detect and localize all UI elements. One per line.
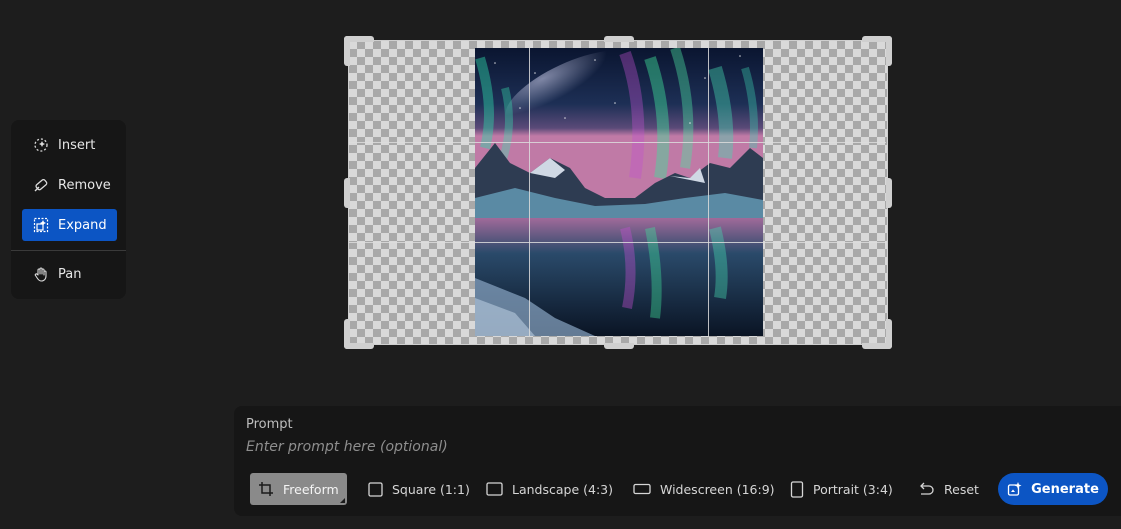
- top-edge-handle[interactable]: [604, 36, 634, 42]
- widescreen-label: Widescreen (16:9): [660, 481, 775, 497]
- widescreen-icon: [633, 483, 651, 495]
- square-icon: [368, 481, 383, 497]
- reset-button[interactable]: Reset: [918, 473, 979, 505]
- widescreen-option[interactable]: Widescreen (16:9): [633, 473, 775, 505]
- tool-palette: Insert Remove Expand Pan: [11, 120, 126, 299]
- dropdown-corner-icon: [340, 498, 345, 503]
- insert-tool-button[interactable]: Insert: [22, 129, 117, 161]
- pan-tool-button[interactable]: Pan: [22, 258, 117, 290]
- pan-tool-label: Pan: [58, 266, 82, 282]
- prompt-panel: Prompt Freeform Square (1:1) Landscape (…: [234, 406, 1121, 516]
- top-right-handle[interactable]: [886, 36, 892, 66]
- bottom-left-handle[interactable]: [344, 319, 350, 349]
- landscape-icon: [486, 482, 503, 496]
- bottom-edge-handle[interactable]: [604, 343, 634, 349]
- expand-canvas[interactable]: [348, 40, 888, 345]
- remove-icon: [32, 176, 50, 194]
- grid-line: [708, 48, 709, 336]
- square-option[interactable]: Square (1:1): [368, 473, 470, 505]
- portrait-option[interactable]: Portrait (3:4): [790, 473, 893, 505]
- reset-icon: [918, 482, 935, 496]
- remove-tool-label: Remove: [58, 177, 111, 193]
- square-label: Square (1:1): [392, 481, 470, 497]
- left-edge-handle[interactable]: [344, 178, 350, 208]
- generate-label: Generate: [1031, 481, 1099, 497]
- top-left-handle[interactable]: [344, 36, 350, 66]
- right-edge-handle[interactable]: [886, 178, 892, 208]
- insert-icon: [32, 136, 50, 154]
- tool-divider: [11, 250, 126, 251]
- bottom-right-handle[interactable]: [886, 319, 892, 349]
- freeform-label: Freeform: [283, 481, 339, 497]
- reset-label: Reset: [944, 481, 979, 497]
- generate-button[interactable]: Generate: [998, 473, 1108, 505]
- expand-tool-label: Expand: [58, 217, 107, 233]
- expand-tool-button[interactable]: Expand: [22, 209, 117, 241]
- landscape-option[interactable]: Landscape (4:3): [486, 473, 613, 505]
- prompt-label: Prompt: [246, 417, 293, 432]
- generate-sparkle-icon: [1007, 481, 1023, 497]
- portrait-icon: [790, 480, 804, 498]
- hand-icon: [32, 265, 50, 283]
- remove-tool-button[interactable]: Remove: [22, 169, 117, 201]
- grid-line: [349, 242, 886, 243]
- prompt-input[interactable]: [246, 437, 846, 457]
- insert-tool-label: Insert: [58, 137, 96, 153]
- freeform-option[interactable]: Freeform: [250, 473, 347, 505]
- aurora-image: [475, 48, 763, 336]
- expand-icon: [32, 216, 50, 234]
- grid-line: [529, 48, 530, 336]
- portrait-label: Portrait (3:4): [813, 481, 893, 497]
- landscape-label: Landscape (4:3): [512, 481, 613, 497]
- grid-line: [349, 142, 886, 143]
- crop-icon: [258, 481, 274, 497]
